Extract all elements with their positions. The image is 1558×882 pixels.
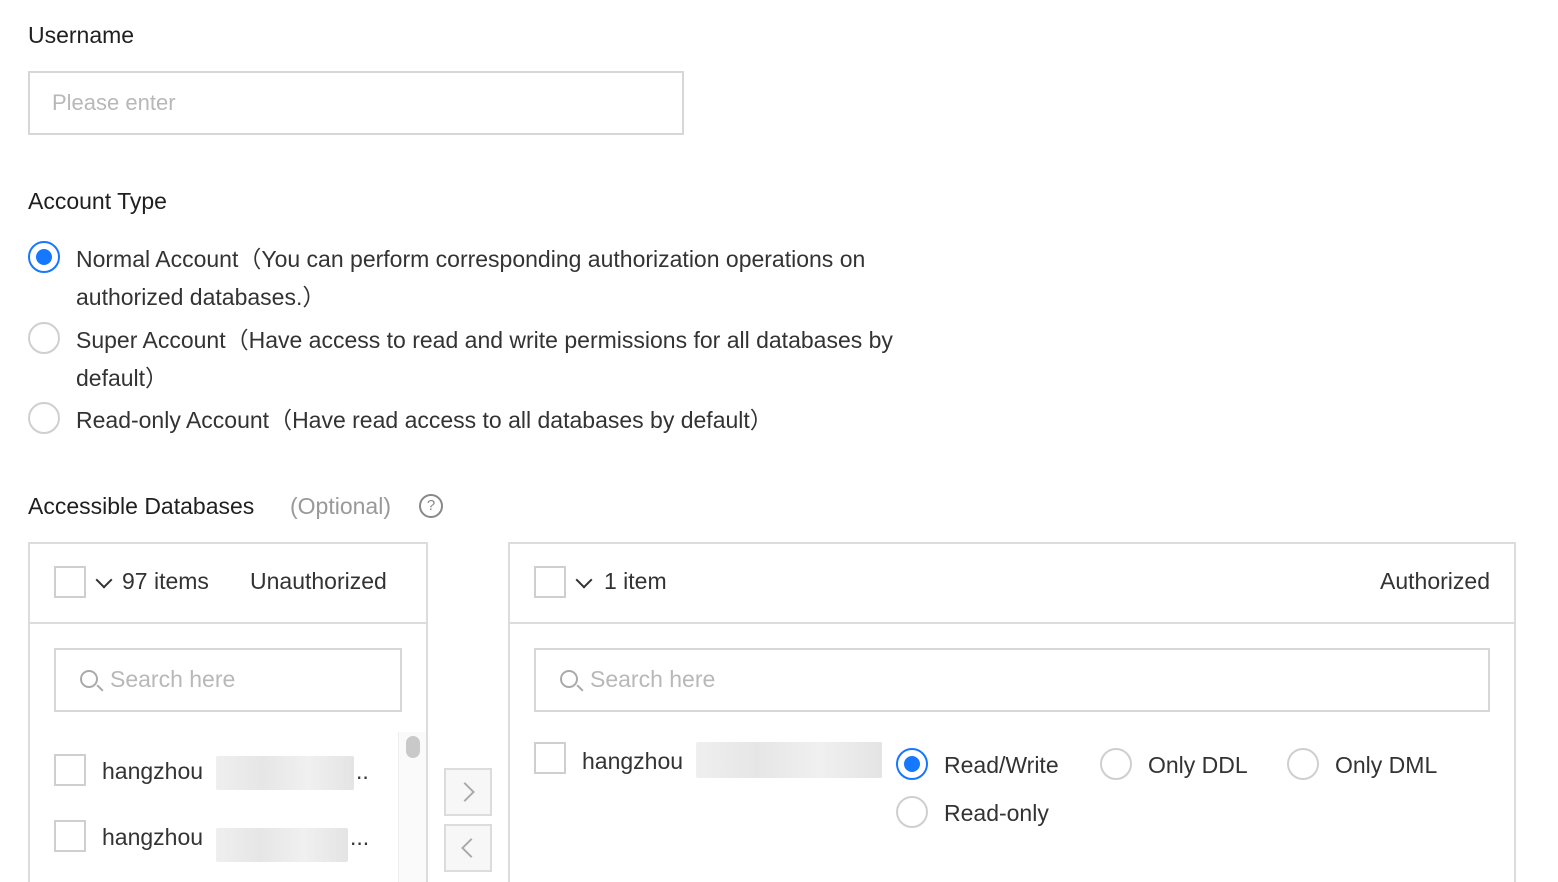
normal-account-radio[interactable] [28, 241, 60, 273]
search-icon [560, 670, 578, 688]
unauthorized-panel: 97 items Unauthorized Search here hangzh… [28, 542, 428, 882]
item-name-prefix: hangzhou [102, 758, 204, 784]
select-all-unauthorized-checkbox[interactable] [54, 566, 86, 598]
normal-account-text[interactable]: Normal Account（You can perform correspon… [76, 240, 865, 316]
item-checkbox[interactable] [54, 754, 86, 786]
only-dml-label[interactable]: Only DML [1335, 752, 1437, 779]
authorized-search-input[interactable]: Search here [534, 648, 1490, 712]
only-dml-radio[interactable] [1287, 748, 1319, 780]
authorized-panel: 1 item Authorized Search here hangzhou R… [508, 542, 1516, 882]
accessible-databases-label: Accessible Databases [28, 493, 255, 519]
account-type-label: Account Type [28, 188, 167, 214]
readonly-account-text[interactable]: Read-only Account（Have read access to al… [76, 401, 773, 439]
unauthorized-count: 97 items [122, 568, 209, 594]
select-all-authorized-checkbox[interactable] [534, 566, 566, 598]
unauthorized-title: Unauthorized [250, 568, 387, 594]
item-name-prefix: hangzhou [102, 824, 204, 850]
super-account-text[interactable]: Super Account（Have access to read and wr… [76, 321, 893, 397]
scrollbar[interactable] [398, 732, 426, 882]
item-name-prefix: hangzhou [582, 748, 684, 774]
item-ellipsis: ... [350, 824, 370, 850]
unauthorized-panel-header: 97 items Unauthorized [30, 544, 426, 624]
move-left-button[interactable] [444, 824, 492, 872]
authorized-panel-header: 1 item Authorized [510, 544, 1514, 624]
redacted-block [696, 742, 882, 778]
optional-tag: (Optional) [290, 493, 391, 519]
redacted-block [216, 756, 354, 790]
authorized-count: 1 item [604, 568, 667, 594]
read-write-label[interactable]: Read/Write [944, 752, 1059, 779]
read-write-radio[interactable] [896, 748, 928, 780]
read-only-radio[interactable] [896, 796, 928, 828]
move-right-button[interactable] [444, 768, 492, 816]
readonly-account-radio[interactable] [28, 402, 60, 434]
username-label: Username [28, 22, 135, 48]
only-ddl-radio[interactable] [1100, 748, 1132, 780]
chevron-right-icon [455, 782, 475, 802]
authorized-title: Authorized [1380, 568, 1490, 594]
unauthorized-search-input[interactable]: Search here [54, 648, 402, 712]
search-icon [80, 670, 98, 688]
chevron-left-icon [461, 838, 481, 858]
redacted-block [216, 828, 348, 862]
chevron-down-icon[interactable] [575, 571, 593, 589]
username-input[interactable]: Please enter [28, 71, 684, 135]
read-only-label[interactable]: Read-only [944, 800, 1049, 827]
username-placeholder: Please enter [52, 90, 176, 115]
question-circle-icon[interactable]: ? [419, 494, 443, 518]
item-checkbox[interactable] [54, 820, 86, 852]
only-ddl-label[interactable]: Only DDL [1148, 752, 1248, 779]
item-ellipsis: .. [356, 758, 369, 784]
item-checkbox[interactable] [534, 742, 566, 774]
super-account-radio[interactable] [28, 322, 60, 354]
scrollbar-thumb[interactable] [406, 736, 420, 758]
chevron-down-icon[interactable] [95, 571, 113, 589]
